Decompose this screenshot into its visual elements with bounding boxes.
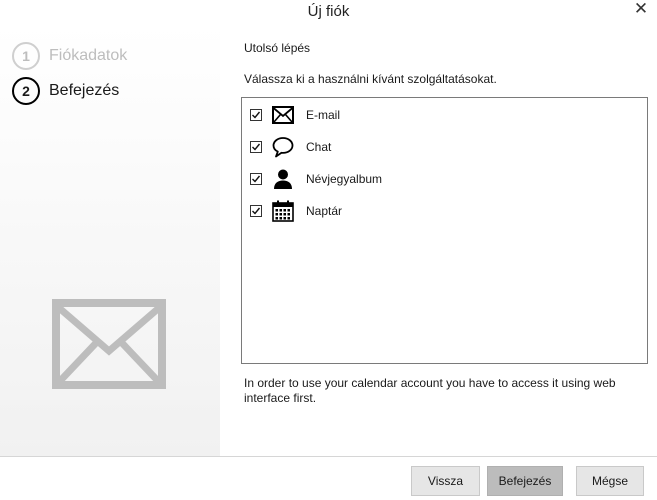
checkmark-icon (252, 111, 261, 119)
wizard-sidebar: 1 Fiókadatok 2 Befejezés (0, 24, 220, 456)
envelope-icon (271, 103, 295, 127)
person-icon (271, 167, 295, 191)
chat-checkbox[interactable] (250, 141, 262, 153)
calendar-checkbox[interactable] (250, 205, 262, 217)
checkmark-icon (252, 175, 261, 183)
step-heading: Utolsó lépés (244, 41, 311, 55)
list-item-calendar[interactable]: Naptár (250, 197, 342, 225)
window-title: Új fiók (307, 3, 350, 20)
list-item-email[interactable]: E-mail (250, 101, 340, 129)
email-checkbox[interactable] (250, 109, 262, 121)
service-label: Naptár (306, 204, 343, 218)
chat-bubble-icon (271, 135, 295, 159)
back-button[interactable]: Vissza (411, 466, 480, 496)
checkmark-icon (252, 143, 261, 151)
list-item-contacts[interactable]: Névjegyalbum (250, 165, 382, 193)
services-list[interactable]: E-mail Chat Névjegyalbum Naptár (241, 97, 648, 364)
step-label: Befejezés (49, 82, 120, 99)
footer-divider (0, 456, 657, 457)
finish-button[interactable]: Befejezés (487, 466, 563, 496)
step-number: 2 (12, 77, 40, 105)
cancel-button[interactable]: Mégse (576, 466, 644, 496)
calendar-note: In order to use your calendar account yo… (244, 376, 616, 405)
contacts-checkbox[interactable] (250, 173, 262, 185)
instruction-text: Válassza ki a használni kívánt szolgálta… (244, 72, 497, 86)
calendar-icon (271, 199, 295, 223)
close-icon[interactable]: ✕ (631, 0, 651, 20)
list-item-chat[interactable]: Chat (250, 133, 331, 161)
envelope-illustration-icon (52, 299, 166, 389)
step-number: 1 (12, 42, 40, 70)
service-label: E-mail (306, 108, 341, 122)
step-finish: 2 Befejezés (12, 76, 119, 106)
step-label: Fiókadatok (49, 47, 128, 64)
service-label: Névjegyalbum (306, 172, 383, 186)
checkmark-icon (252, 207, 261, 215)
step-account-details: 1 Fiókadatok (12, 41, 127, 71)
service-label: Chat (306, 140, 332, 154)
